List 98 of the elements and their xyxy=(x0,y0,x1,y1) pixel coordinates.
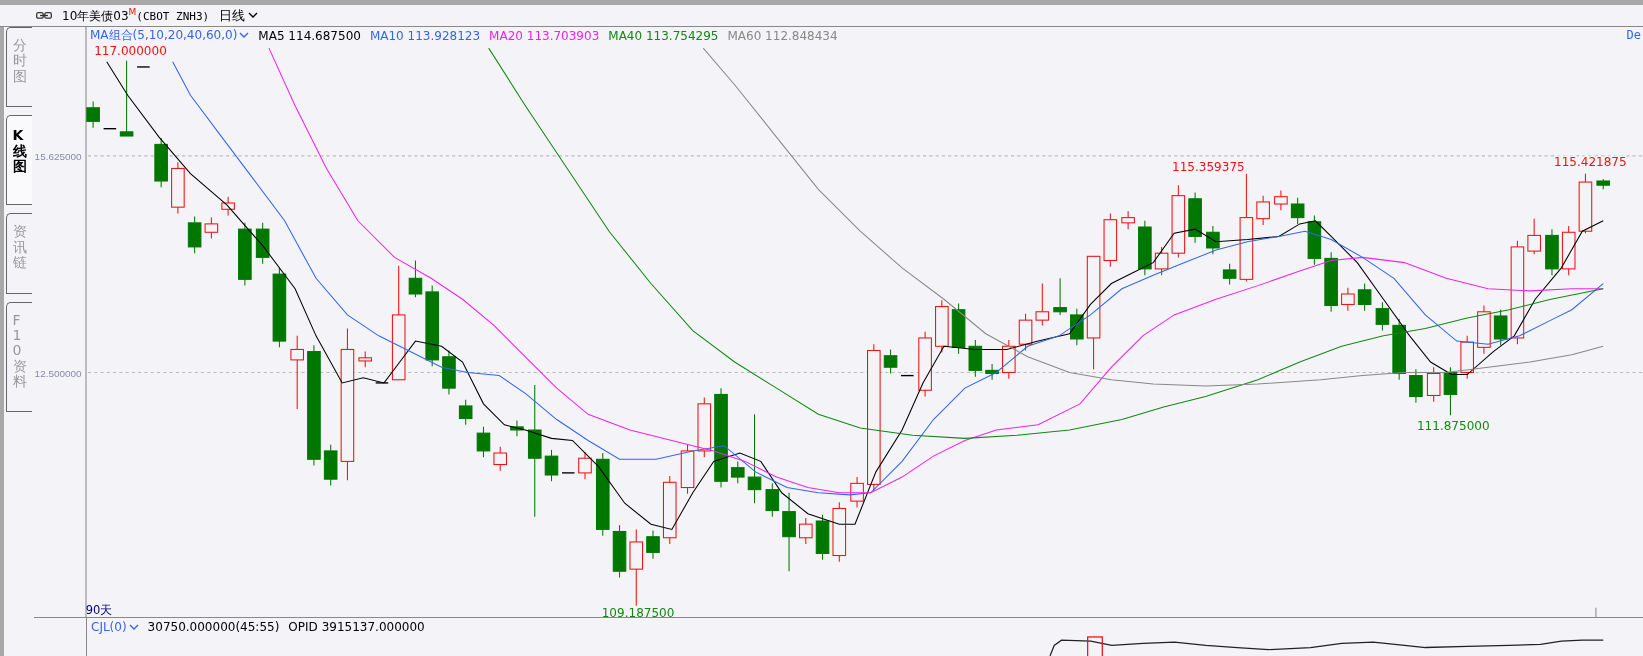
candlestick xyxy=(1545,228,1559,276)
candlestick xyxy=(662,475,677,545)
price-label: 115.359375 xyxy=(1172,159,1245,174)
indicator-dropdown[interactable]: CJL(0) xyxy=(91,620,139,635)
candlestick xyxy=(171,161,185,214)
candlestick xyxy=(799,517,813,545)
candlestick xyxy=(815,514,830,561)
candlestick xyxy=(458,399,473,426)
chevron-down-icon[interactable] xyxy=(248,12,259,19)
candlestick xyxy=(832,501,847,563)
candlestick xyxy=(1561,225,1576,276)
range-label: 90天 xyxy=(85,603,113,618)
candlestick xyxy=(1290,197,1305,225)
axis-label: 12.500000 xyxy=(34,367,82,379)
candlestick xyxy=(1392,318,1406,381)
candlestick xyxy=(1460,335,1474,380)
candlestick xyxy=(1121,210,1135,230)
ma-value: MA60 112.848434 xyxy=(727,28,838,43)
price-label: 109.187500 xyxy=(601,606,675,618)
candlestick xyxy=(136,66,151,68)
candlestick xyxy=(1409,368,1423,404)
candlestick xyxy=(968,339,983,378)
candlestick xyxy=(680,444,695,495)
axis-label: 15.625000 xyxy=(34,151,82,163)
candlestick xyxy=(730,460,745,484)
link-icon[interactable] xyxy=(36,12,52,19)
candlestick xyxy=(408,260,423,298)
candlestick xyxy=(697,397,712,458)
price-label: 115.421875 xyxy=(1554,155,1627,170)
candlestick xyxy=(1578,173,1593,234)
candlestick xyxy=(985,363,999,381)
ma-value: MA10 113.928123 xyxy=(369,28,481,43)
candlestick xyxy=(1375,301,1390,332)
candlestick xyxy=(86,100,100,129)
candlestick xyxy=(358,351,373,368)
candlestick xyxy=(154,137,168,188)
candlestick xyxy=(1341,287,1355,312)
candlestick xyxy=(442,349,456,395)
candlestick xyxy=(578,451,592,480)
candlestick xyxy=(951,302,966,355)
candlestick xyxy=(612,524,627,579)
candlestick xyxy=(850,476,864,508)
candlestick xyxy=(510,420,524,437)
candlestick xyxy=(375,382,389,384)
candlestick xyxy=(1307,215,1322,266)
candlestick xyxy=(204,217,219,240)
candlestick xyxy=(238,222,252,287)
ma-value: MA40 113.754295 xyxy=(608,28,719,43)
side-tab[interactable]: 分时图 xyxy=(6,27,32,108)
volume-value: 30750.000000(45:55) xyxy=(147,620,280,635)
candlestick xyxy=(323,444,338,486)
period-dropdown[interactable]: 日线 xyxy=(219,6,259,25)
candlestick xyxy=(221,196,235,217)
ma-value: MA20 113.703903 xyxy=(489,28,600,43)
candlestick xyxy=(883,348,898,375)
candlestick xyxy=(1426,366,1441,403)
candlestick xyxy=(1527,218,1541,255)
candlestick xyxy=(255,222,270,265)
side-tab[interactable]: F10资料 xyxy=(6,301,32,413)
candlestick xyxy=(187,216,202,254)
candlestick xyxy=(1596,178,1611,190)
candlestick xyxy=(1477,304,1491,355)
candlestick xyxy=(1443,366,1458,416)
candlestick xyxy=(1154,246,1169,276)
candlestick xyxy=(1256,195,1270,226)
candlestick xyxy=(493,446,508,472)
candlestick xyxy=(1206,225,1220,255)
candlestick xyxy=(1138,220,1152,276)
candlestick xyxy=(1053,277,1067,316)
corner-text: De xyxy=(1626,28,1641,42)
candlestick xyxy=(765,482,780,518)
side-tab[interactable]: K线图 xyxy=(6,115,32,206)
volume-value: OPID 3915137.000000 xyxy=(288,620,425,635)
candlestick xyxy=(561,472,576,474)
candlestick xyxy=(1018,313,1033,351)
candlestick xyxy=(1103,212,1118,268)
candlestick xyxy=(1070,308,1084,346)
candlestick xyxy=(1188,192,1202,244)
candlestick xyxy=(1035,283,1050,326)
side-tab[interactable]: 资讯链 xyxy=(6,213,32,294)
candlestick xyxy=(935,299,949,354)
candlestick xyxy=(1324,251,1338,313)
candlestick xyxy=(1357,283,1372,312)
indicator-dropdown[interactable]: MA组合(5,10,20,40,60,0) xyxy=(90,27,250,44)
candlestick xyxy=(1222,263,1237,286)
candlestick xyxy=(646,529,660,560)
candlestick xyxy=(102,128,117,130)
instrument-title: 10年美债03$^{M}$(CBOT ZNH3) xyxy=(62,6,210,25)
candlestick xyxy=(1493,309,1508,346)
candlestick xyxy=(476,426,491,458)
price-label: 117.000000 xyxy=(94,44,167,59)
price-label: 111.875000 xyxy=(1416,419,1490,433)
candlestick xyxy=(918,331,932,398)
candlestick xyxy=(1002,339,1016,380)
ma-value: MA5 114.687500 xyxy=(258,28,361,43)
candlestick xyxy=(900,374,915,377)
candlestick xyxy=(1274,189,1288,211)
candlestick xyxy=(544,449,559,482)
